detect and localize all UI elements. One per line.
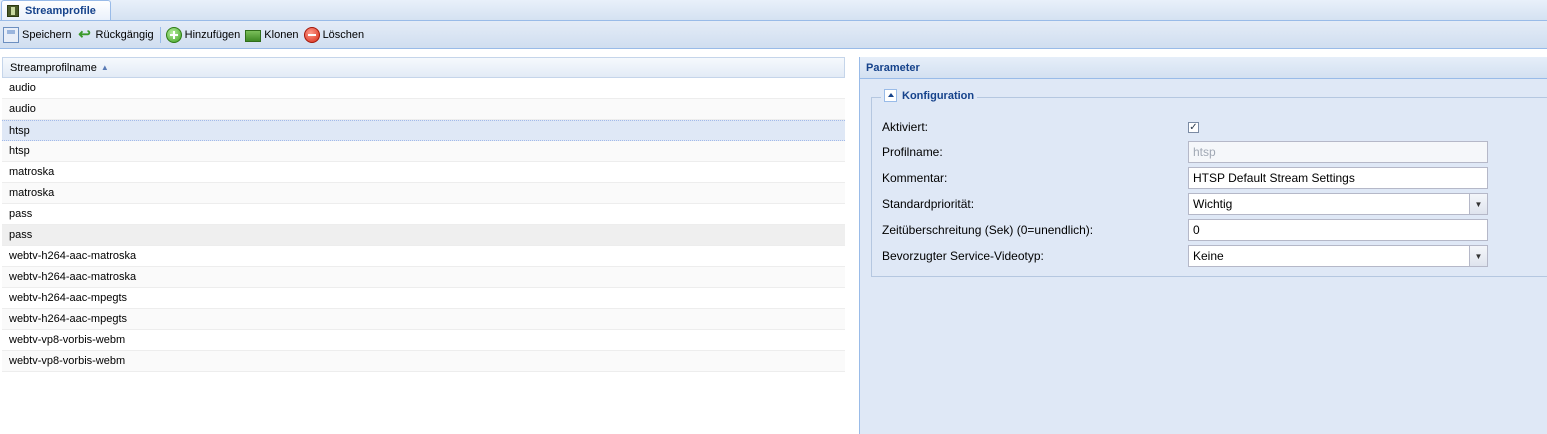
comment-label: Kommentar:	[882, 171, 948, 185]
chevron-down-icon[interactable]: ▼	[1469, 246, 1487, 266]
add-button[interactable]: Hinzufügen	[165, 24, 245, 46]
row-label: webtv-vp8-vorbis-webm	[9, 334, 126, 346]
row-label: webtv-h264-aac-matroska	[9, 250, 137, 262]
chevron-down-icon[interactable]: ▼	[1469, 194, 1487, 214]
row-label: htsp	[9, 145, 30, 157]
timeout-label: Zeitüberschreitung (Sek) (0=unendlich):	[882, 223, 1094, 237]
tab-label: Streamprofile	[25, 4, 96, 17]
videotype-value: Keine	[1193, 249, 1224, 263]
splitter[interactable]	[847, 57, 859, 434]
videotype-row: Bevorzugter Service-Videotyp: Keine ▼	[882, 245, 1488, 267]
undo-icon: ↩	[78, 25, 91, 43]
row-label: pass	[9, 208, 33, 220]
table-row[interactable]: webtv-h264-aac-mpegts	[2, 309, 845, 330]
clone-button[interactable]: Klonen	[244, 24, 302, 46]
tab-strip: Streamprofile	[0, 0, 1547, 21]
fieldset-legend: Konfiguration	[881, 89, 978, 102]
collapse-toggle-icon[interactable]	[884, 89, 897, 102]
row-label: pass	[9, 229, 33, 241]
row-label: audio	[9, 103, 36, 115]
sort-ascending-icon: ▲	[100, 63, 109, 72]
row-label: audio	[9, 82, 36, 94]
table-row[interactable]: audio	[2, 99, 845, 120]
table-row-selected[interactable]: htsp	[2, 120, 845, 141]
column-header-streamprofilname[interactable]: Streamprofilname ▲	[2, 57, 845, 78]
videotype-select[interactable]: Keine ▼	[1188, 245, 1488, 267]
parameter-panel: Parameter Konfiguration Aktiviert: ✓ Pro…	[859, 57, 1547, 434]
enabled-row: Aktiviert: ✓	[882, 116, 1199, 138]
panel-title: Parameter	[860, 57, 1547, 79]
profile-name-field: htsp	[1188, 141, 1488, 163]
videotype-label: Bevorzugter Service-Videotyp:	[882, 249, 1044, 263]
profile-name-row: Profilname: htsp	[882, 141, 1488, 163]
table-row[interactable]: pass	[2, 225, 845, 246]
row-label: htsp	[9, 124, 30, 137]
undo-button[interactable]: ↩ Rückgängig	[76, 24, 158, 46]
configuration-fieldset: Konfiguration Aktiviert: ✓ Profilname: h…	[871, 89, 1547, 277]
table-row[interactable]: htsp	[2, 141, 845, 162]
priority-label: Standardpriorität:	[882, 197, 975, 211]
save-button[interactable]: Speichern	[2, 24, 76, 46]
toolbar-separator	[159, 26, 161, 43]
clone-icon	[245, 29, 262, 42]
profile-grid: Streamprofilname ▲ audio audio htsp htsp…	[2, 57, 845, 434]
column-header-label: Streamprofilname	[10, 61, 97, 74]
comment-row: Kommentar: HTSP Default Stream Settings	[882, 167, 1488, 189]
profile-name-label: Profilname:	[882, 145, 943, 159]
enabled-label: Aktiviert:	[882, 120, 929, 134]
save-icon	[3, 26, 19, 43]
table-row[interactable]: webtv-vp8-vorbis-webm	[2, 351, 845, 372]
table-row[interactable]: audio	[2, 78, 845, 99]
delete-button[interactable]: Löschen	[303, 24, 369, 46]
tab-streamprofile[interactable]: Streamprofile	[1, 0, 111, 20]
priority-value: Wichtig	[1193, 197, 1233, 211]
comment-field[interactable]: HTSP Default Stream Settings	[1188, 167, 1488, 189]
table-row[interactable]: matroska	[2, 162, 845, 183]
toolbar: Speichern ↩ Rückgängig Hinzufügen Klonen…	[0, 21, 1547, 49]
timeout-field[interactable]: 0	[1188, 219, 1488, 241]
clone-label: Klonen	[264, 28, 299, 41]
delete-icon	[303, 26, 320, 43]
timeout-row: Zeitüberschreitung (Sek) (0=unendlich): …	[882, 219, 1488, 241]
row-label: webtv-h264-aac-mpegts	[9, 292, 128, 304]
undo-label: Rückgängig	[95, 28, 154, 41]
row-label: webtv-vp8-vorbis-webm	[9, 355, 126, 367]
row-label: webtv-h264-aac-matroska	[9, 271, 137, 283]
fieldset-title: Konfiguration	[902, 89, 975, 102]
row-label: matroska	[9, 187, 55, 199]
delete-label: Löschen	[322, 28, 365, 41]
row-label: webtv-h264-aac-mpegts	[9, 313, 128, 325]
add-label: Hinzufügen	[184, 28, 241, 41]
table-row[interactable]: webtv-h264-aac-matroska	[2, 246, 845, 267]
enabled-checkbox[interactable]: ✓	[1188, 121, 1199, 133]
priority-select[interactable]: Wichtig ▼	[1188, 193, 1488, 215]
table-row[interactable]: pass	[2, 204, 845, 225]
add-icon	[165, 26, 182, 43]
table-row[interactable]: webtv-vp8-vorbis-webm	[2, 330, 845, 351]
table-row[interactable]: matroska	[2, 183, 845, 204]
film-icon	[7, 4, 19, 18]
table-row[interactable]: webtv-h264-aac-matroska	[2, 267, 845, 288]
table-row[interactable]: webtv-h264-aac-mpegts	[2, 288, 845, 309]
save-label: Speichern	[22, 28, 72, 41]
row-label: matroska	[9, 166, 55, 178]
priority-row: Standardpriorität: Wichtig ▼	[882, 193, 1488, 215]
